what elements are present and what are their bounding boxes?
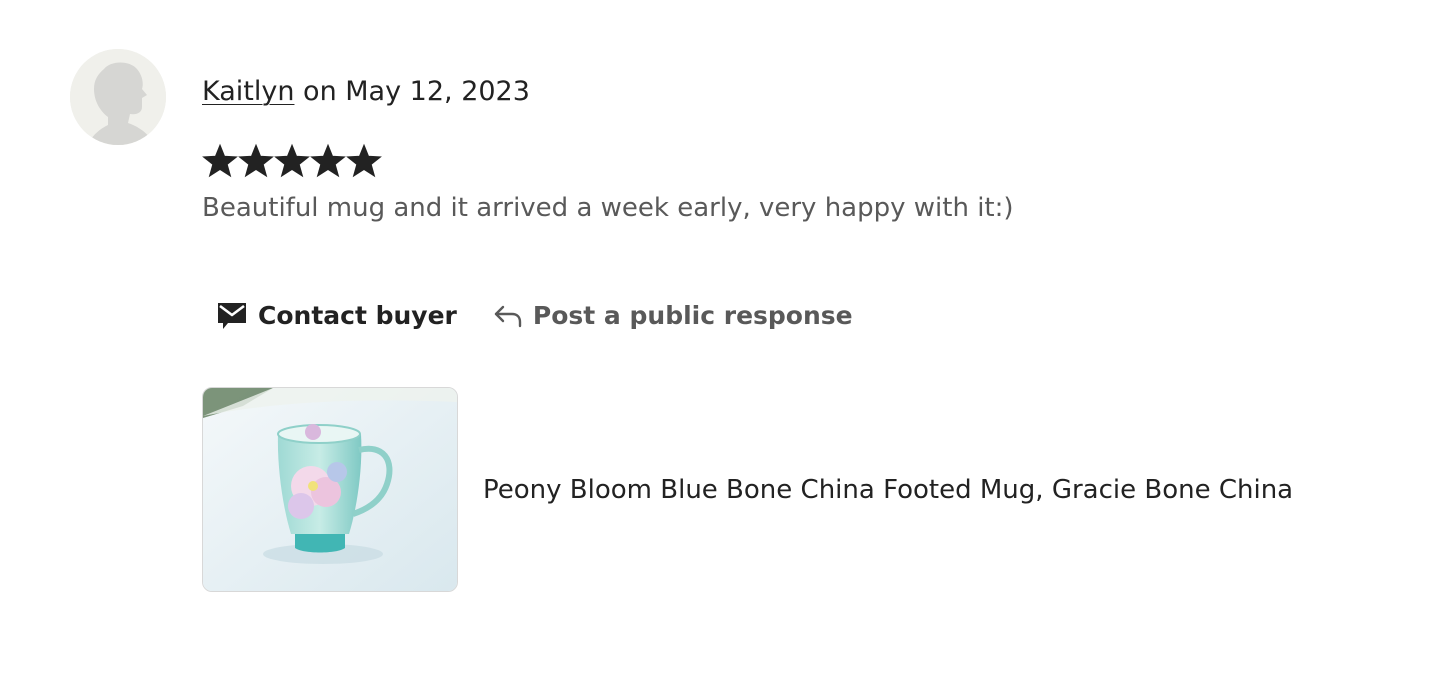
contact-buyer-button[interactable]: Contact buyer xyxy=(202,290,471,340)
review-date: on May 12, 2023 xyxy=(294,76,530,107)
envelope-icon xyxy=(216,300,248,330)
mug-photo xyxy=(203,388,457,591)
avatar[interactable] xyxy=(70,49,166,145)
author-link[interactable]: Kaitlyn xyxy=(202,76,294,107)
star-icon xyxy=(310,143,346,178)
contact-buyer-label: Contact buyer xyxy=(258,300,457,330)
listing-title[interactable]: Peony Bloom Blue Bone China Footed Mug, … xyxy=(483,472,1293,508)
listing-link[interactable]: Peony Bloom Blue Bone China Footed Mug, … xyxy=(202,387,1293,592)
reply-arrow-icon xyxy=(493,302,523,328)
star-icon xyxy=(346,143,382,178)
star-rating xyxy=(202,142,382,180)
star-icon xyxy=(238,143,274,178)
review-actions: Contact buyer Post a public response xyxy=(202,290,867,340)
review-byline: Kaitlyn on May 12, 2023 xyxy=(202,74,530,110)
star-icon xyxy=(202,143,238,178)
review-text: Beautiful mug and it arrived a week earl… xyxy=(202,193,1014,223)
review-card: Kaitlyn on May 12, 2023 Beautiful mug an… xyxy=(0,0,1445,680)
listing-thumbnail[interactable] xyxy=(202,387,458,592)
post-public-response-button[interactable]: Post a public response xyxy=(479,290,867,340)
user-silhouette-icon xyxy=(70,49,166,145)
star-icon xyxy=(274,143,310,178)
post-public-response-label: Post a public response xyxy=(532,300,853,330)
